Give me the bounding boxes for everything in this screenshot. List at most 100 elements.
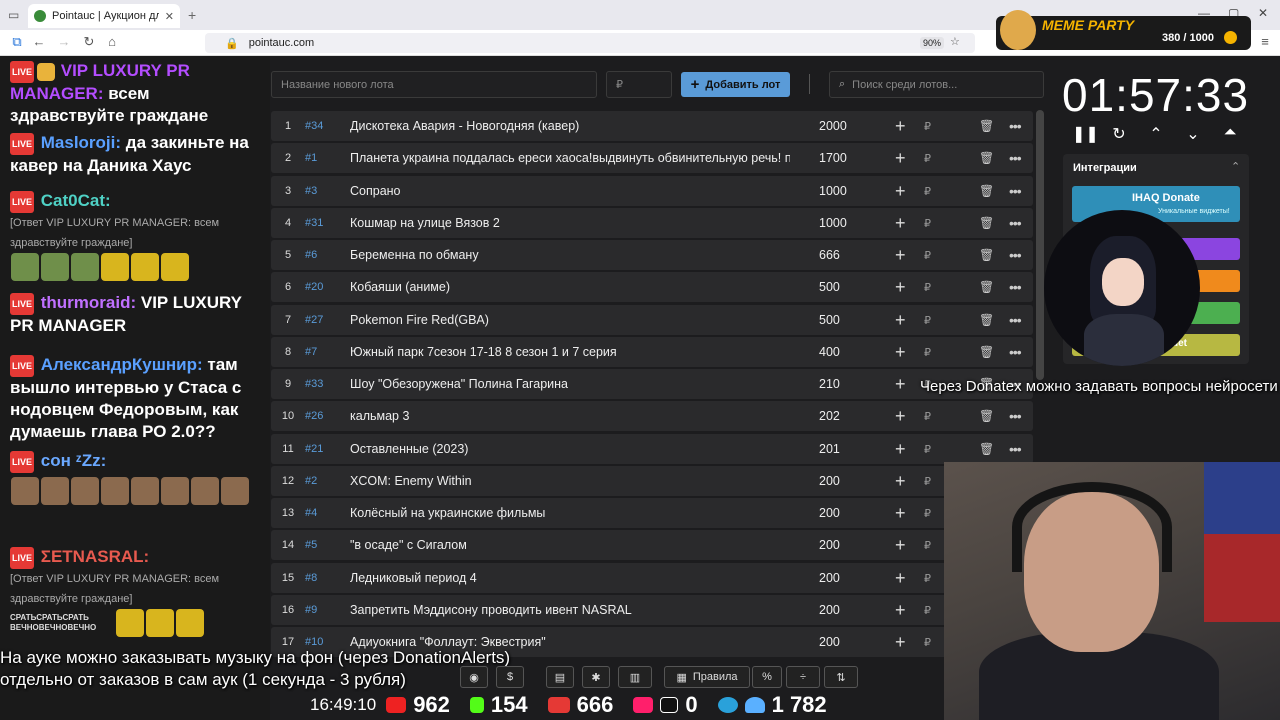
lot-amount[interactable]: 500 (819, 280, 840, 294)
lot-id[interactable]: #10 (305, 636, 350, 648)
lot-id[interactable]: #7 (305, 346, 350, 358)
github-icon[interactable]: ◉ (460, 666, 488, 688)
ruble-icon[interactable]: ₽ (924, 572, 931, 585)
reset-icon[interactable]: ↻ (1109, 124, 1129, 144)
lot-id[interactable]: #5 (305, 539, 350, 551)
lot-id[interactable]: #8 (305, 572, 350, 584)
lot-id[interactable]: #26 (305, 410, 350, 422)
star-icon[interactable]: ☆ (950, 35, 960, 48)
lot-row[interactable]: 7 #27 Pokemon Fire Red(GBA) 500 + ₽ 🗑 ••• (271, 305, 1033, 335)
lot-name[interactable]: Кошмар на улице Вязов 2 (350, 216, 790, 230)
lot-amount[interactable]: 500 (819, 313, 840, 327)
ruble-icon[interactable]: ₽ (924, 120, 931, 133)
lot-id[interactable]: #33 (305, 378, 350, 390)
percent-icon[interactable]: % (752, 666, 782, 688)
ruble-icon[interactable]: ₽ (924, 346, 931, 359)
ruble-icon[interactable]: ₽ (924, 443, 931, 456)
add-amount-icon[interactable]: + (895, 277, 906, 298)
lot-row[interactable]: 16 #9 Запретить Мэддисону проводить ивент … (271, 595, 1033, 625)
tab-pointauc[interactable]: Pointauc | Аукцион для стрим ✕ (28, 4, 180, 28)
lot-amount[interactable]: 200 (819, 506, 840, 520)
lot-id[interactable]: #31 (305, 217, 350, 229)
lot-search-input[interactable]: ⌕ Поиск среди лотов... (829, 71, 1044, 98)
add-amount-icon[interactable]: + (895, 471, 906, 492)
split-icon[interactable]: ÷ (786, 666, 820, 688)
lot-amount[interactable]: 666 (819, 248, 840, 262)
add-amount-icon[interactable]: + (895, 600, 906, 621)
more-icon[interactable]: ••• (1009, 150, 1022, 166)
add-amount-icon[interactable]: + (895, 374, 906, 395)
more-icon[interactable]: ••• (1009, 118, 1022, 134)
decrease-time-icon[interactable]: ⌄ (1183, 124, 1203, 144)
lot-amount[interactable]: 200 (819, 603, 840, 617)
lot-amount[interactable]: 1000 (819, 216, 847, 230)
lot-amount[interactable]: 201 (819, 442, 840, 456)
more-icon[interactable]: ••• (1009, 247, 1022, 263)
lot-id[interactable]: #4 (305, 507, 350, 519)
add-amount-icon[interactable]: + (895, 439, 906, 460)
lot-id[interactable]: #20 (305, 281, 350, 293)
more-icon[interactable]: ••• (1009, 215, 1022, 231)
ruble-icon[interactable]: ₽ (924, 152, 931, 165)
ruble-icon[interactable]: ₽ (924, 475, 931, 488)
lot-amount[interactable]: 200 (819, 571, 840, 585)
double-up-icon[interactable]: ⏶ (1220, 124, 1240, 142)
lot-row[interactable]: 9 #33 Шоу "Обезоружена" Полина Гагарина 210… (271, 369, 1033, 399)
lot-row[interactable]: 15 #8 Ледниковый период 4 200 + ₽ (271, 563, 1033, 593)
add-lot-button[interactable]: + Добавить лот (681, 72, 790, 97)
lot-name[interactable]: Шоу "Обезоружена" Полина Гагарина (350, 377, 790, 391)
lot-name[interactable]: Сопрано (350, 184, 790, 198)
pause-icon[interactable]: ❚❚ (1072, 124, 1099, 144)
ruble-icon[interactable]: ₽ (924, 281, 931, 294)
menu-icon[interactable]: ≡ (1256, 34, 1274, 49)
more-icon[interactable]: ••• (1009, 344, 1022, 360)
lot-id[interactable]: #21 (305, 443, 350, 455)
add-amount-icon[interactable]: + (895, 632, 906, 653)
ruble-icon[interactable]: ₽ (924, 410, 931, 423)
ruble-icon[interactable]: ₽ (924, 604, 931, 617)
trash-icon[interactable]: 🗑 (979, 442, 994, 456)
new-tab-icon[interactable]: + (188, 7, 196, 23)
lot-amount[interactable]: 202 (819, 409, 840, 423)
lot-row[interactable]: 4 #31 Кошмар на улице Вязов 2 1000 + ₽ 🗑 ••• (271, 208, 1033, 238)
lot-amount[interactable]: 210 (819, 377, 840, 391)
lot-name-input[interactable]: Название нового лота (271, 71, 597, 98)
sidebar-icon[interactable]: ⧉ (8, 34, 26, 50)
trash-icon[interactable]: 🗑 (979, 345, 994, 359)
collapse-icon[interactable]: ⌃ (1231, 160, 1240, 173)
lot-name[interactable]: кальмар 3 (350, 409, 790, 423)
trash-icon[interactable]: 🗑 (979, 313, 994, 327)
bug-icon[interactable]: ✱ (582, 666, 610, 688)
lot-id[interactable]: #9 (305, 604, 350, 616)
add-amount-icon[interactable]: + (895, 568, 906, 589)
more-icon[interactable]: ••• (1009, 279, 1022, 295)
lot-amount[interactable]: 200 (819, 635, 840, 649)
home-icon[interactable]: ⌂ (103, 34, 121, 49)
chat-nick[interactable]: АлександрКушнир: (41, 355, 203, 374)
trash-icon[interactable]: 🗑 (979, 216, 994, 230)
lot-name[interactable]: Оставленные (2023) (350, 442, 790, 456)
lot-name[interactable]: Дискотека Авария - Новогодняя (кавер) (350, 119, 790, 133)
add-amount-icon[interactable]: + (895, 116, 906, 137)
close-window-icon[interactable]: ✕ (1258, 6, 1268, 20)
lot-amount[interactable]: 400 (819, 345, 840, 359)
lot-row[interactable]: 10 #26 кальмар 3 202 + ₽ 🗑 ••• (271, 401, 1033, 431)
increase-time-icon[interactable]: ⌃ (1146, 124, 1166, 144)
add-amount-icon[interactable]: + (895, 535, 906, 556)
add-amount-icon[interactable]: + (895, 342, 906, 363)
add-amount-icon[interactable]: + (895, 181, 906, 202)
history-icon[interactable]: ▥ (618, 666, 652, 688)
more-icon[interactable]: ••• (1009, 408, 1022, 424)
lot-row[interactable]: 5 #6 Беременна по обману 666 + ₽ 🗑 ••• (271, 240, 1033, 270)
lot-name[interactable]: Южный парк 7сезон 17-18 8 сезон 1 и 7 се… (350, 345, 790, 359)
chat-nick[interactable]: thurmoraid: (41, 293, 136, 312)
lot-name[interactable]: "в осаде" с Сигалом (350, 538, 790, 552)
forward-icon[interactable]: → (55, 34, 73, 49)
lot-id[interactable]: #6 (305, 249, 350, 261)
chat-nick[interactable]: ΣETNASRAL: (41, 547, 149, 566)
lot-name[interactable]: Pokemon Fire Red(GBA) (350, 313, 790, 327)
add-amount-icon[interactable]: + (895, 406, 906, 427)
lot-name[interactable]: Беременна по обману (350, 248, 790, 262)
chat-nick[interactable]: сон ᶻZz: (41, 451, 107, 470)
lot-name[interactable]: Планета украина поддалась ереси хаоса!вы… (350, 151, 790, 165)
